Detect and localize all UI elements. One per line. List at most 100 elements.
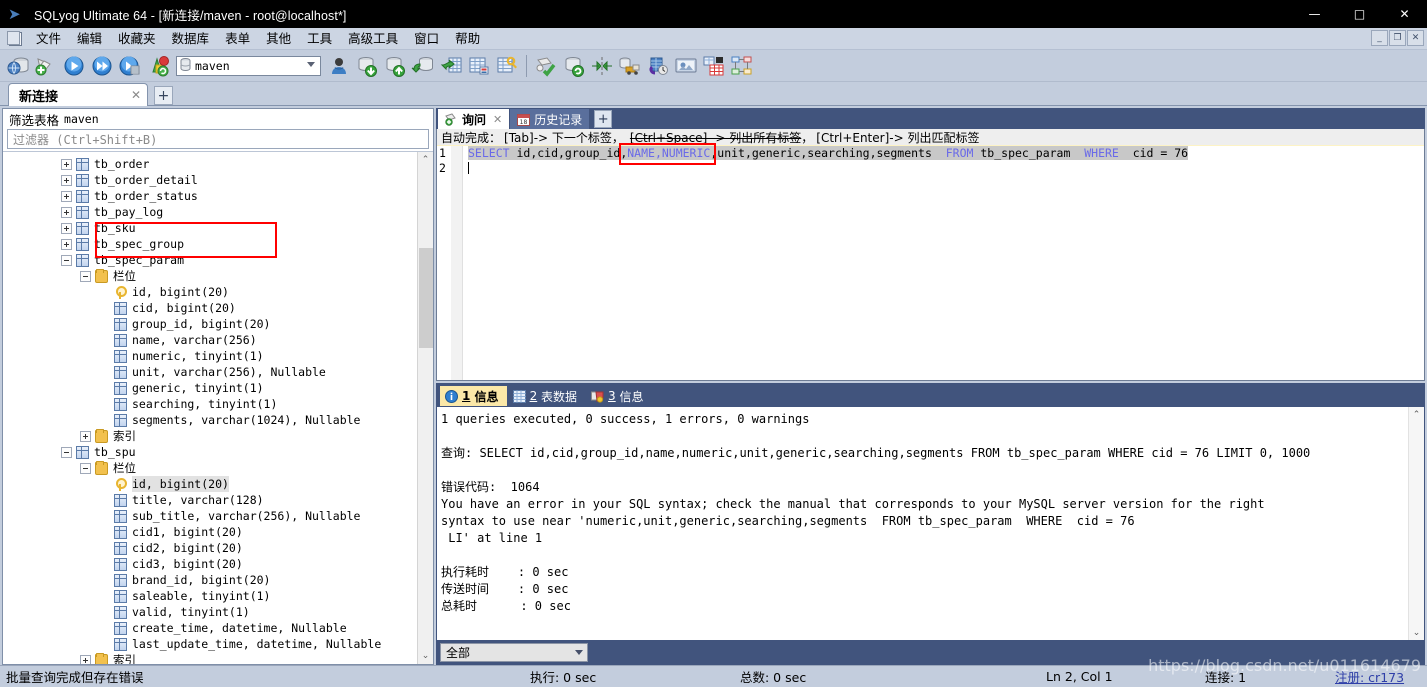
tree-node[interactable]: saleable, tinyint(1) (3, 588, 417, 604)
expand-icon[interactable] (80, 430, 91, 442)
results-scrollbar[interactable]: ⌃ ⌄ (1408, 407, 1424, 640)
tree-node[interactable]: cid2, bigint(20) (3, 540, 417, 556)
menu-item-favorites[interactable]: 收藏夹 (110, 29, 164, 49)
tree-node[interactable]: id, bigint(20) (3, 476, 417, 492)
sql-editor-area[interactable]: 1 2 SELECT id,cid,group_id,NAME,NUMERIC,… (437, 143, 1424, 380)
mdi-restore-button[interactable]: ❐ (1389, 30, 1406, 46)
new-connection-icon[interactable] (4, 52, 32, 80)
query-builder-icon[interactable] (532, 52, 560, 80)
tab-table-data[interactable]: 2 表数据 (508, 386, 585, 406)
new-query-tab-icon[interactable] (32, 52, 60, 80)
execute-query-icon[interactable] (60, 52, 88, 80)
connection-tab-new[interactable]: 新连接 ✕ (8, 83, 148, 106)
tree-node[interactable]: sub_title, varchar(256), Nullable (3, 508, 417, 524)
tree-node[interactable]: tb_spec_param (3, 252, 417, 268)
tree-node[interactable]: id, bigint(20) (3, 284, 417, 300)
expand-icon[interactable] (61, 206, 72, 218)
manage-index-icon[interactable] (493, 52, 521, 80)
menu-item-table[interactable]: 表单 (217, 29, 258, 49)
tree-node[interactable]: 栏位 (3, 460, 417, 476)
results-filter-select[interactable]: 全部 (440, 642, 588, 662)
tree-node[interactable]: last_update_time, datetime, Nullable (3, 636, 417, 652)
tree-node[interactable]: tb_pay_log (3, 204, 417, 220)
menu-item-advanced-tools[interactable]: 高级工具 (340, 29, 406, 49)
object-filter-input[interactable]: 过滤器 (Ctrl+Shift+B) (7, 129, 429, 149)
scrollbar-thumb[interactable] (419, 248, 433, 348)
notifications-icon[interactable] (672, 52, 700, 80)
mdi-close-button[interactable]: ✕ (1407, 30, 1424, 46)
close-icon[interactable]: ✕ (109, 88, 141, 102)
data-compare-icon[interactable] (588, 52, 616, 80)
expand-icon[interactable] (61, 190, 72, 202)
collapse-icon[interactable] (80, 462, 91, 474)
expand-icon[interactable] (61, 222, 72, 234)
tree-node[interactable]: cid, bigint(20) (3, 300, 417, 316)
minimize-button[interactable]: — (1292, 0, 1337, 28)
scroll-down-icon[interactable]: ⌄ (418, 648, 434, 664)
add-query-tab-button[interactable]: + (594, 110, 613, 128)
tree-node[interactable]: create_time, datetime, Nullable (3, 620, 417, 636)
collapse-icon[interactable] (61, 254, 72, 266)
mdi-minimize-button[interactable]: _ (1371, 30, 1388, 46)
collapse-icon[interactable] (80, 270, 91, 282)
tree-node[interactable]: tb_spec_group (3, 236, 417, 252)
menu-item-window[interactable]: 窗口 (406, 29, 447, 49)
execute-all-queries-icon[interactable] (88, 52, 116, 80)
add-connection-tab-button[interactable]: + (154, 86, 173, 105)
menu-item-help[interactable]: 帮助 (447, 29, 488, 49)
status-register-link[interactable]: 注册: cr173 (1335, 667, 1404, 686)
grid-view-icon[interactable] (700, 52, 728, 80)
refresh-objects-icon[interactable] (144, 52, 172, 80)
tree-node[interactable]: valid, tinyint(1) (3, 604, 417, 620)
tab-messages[interactable]: 1 信息 (440, 386, 507, 406)
close-button[interactable]: ✕ (1382, 0, 1427, 28)
sql-code[interactable]: SELECT id,cid,group_id,NAME,NUMERIC,unit… (463, 146, 1424, 380)
user-manager-icon[interactable] (325, 52, 353, 80)
maximize-button[interactable]: □ (1337, 0, 1382, 28)
close-icon[interactable]: ✕ (493, 113, 502, 126)
scroll-up-icon[interactable]: ⌃ (1409, 407, 1425, 422)
tree-node[interactable]: cid3, bigint(20) (3, 556, 417, 572)
backup-database-icon[interactable] (409, 52, 437, 80)
tree-node[interactable]: name, varchar(256) (3, 332, 417, 348)
tree-node[interactable]: group_id, bigint(20) (3, 316, 417, 332)
tree-node[interactable]: tb_sku (3, 220, 417, 236)
tree-node[interactable]: segments, varchar(1024), Nullable (3, 412, 417, 428)
tree-node[interactable]: tb_order (3, 156, 417, 172)
create-table-icon[interactable] (465, 52, 493, 80)
menu-item-database[interactable]: 数据库 (164, 29, 218, 49)
er-diagram-icon[interactable] (728, 52, 756, 80)
import-database-icon[interactable] (353, 52, 381, 80)
tree-node[interactable]: tb_order_detail (3, 172, 417, 188)
menu-item-other[interactable]: 其他 (258, 29, 299, 49)
object-tree-scrollbar[interactable]: ⌃ ⌄ (417, 152, 433, 664)
menu-item-edit[interactable]: 编辑 (69, 29, 110, 49)
menu-item-tools[interactable]: 工具 (299, 29, 340, 49)
scroll-down-icon[interactable]: ⌄ (1409, 625, 1425, 640)
scroll-up-icon[interactable]: ⌃ (418, 152, 434, 168)
tree-node[interactable]: 索引 (3, 652, 417, 664)
tree-node[interactable]: generic, tinyint(1) (3, 380, 417, 396)
expand-icon[interactable] (80, 654, 91, 664)
stop-query-icon[interactable] (116, 52, 144, 80)
tab-history[interactable]: 18 历史记录 (510, 109, 590, 129)
tree-node[interactable]: tb_spu (3, 444, 417, 460)
tree-node[interactable]: tb_order_status (3, 188, 417, 204)
tree-node[interactable]: unit, varchar(256), Nullable (3, 364, 417, 380)
object-tree[interactable]: tb_order tb_order_detail tb_order_status tb… (3, 152, 417, 664)
tree-node[interactable]: cid1, bigint(20) (3, 524, 417, 540)
window-menu-icon[interactable] (6, 30, 24, 47)
tree-node[interactable]: 栏位 (3, 268, 417, 284)
menu-item-file[interactable]: 文件 (28, 29, 69, 49)
tab-query[interactable]: 询问 ✕ (438, 109, 510, 129)
sync-database-icon[interactable] (560, 52, 588, 80)
tree-node[interactable]: brand_id, bigint(20) (3, 572, 417, 588)
tree-node[interactable]: searching, tinyint(1) (3, 396, 417, 412)
tree-node[interactable]: 索引 (3, 428, 417, 444)
expand-icon[interactable] (61, 158, 72, 170)
schema-migration-icon[interactable] (616, 52, 644, 80)
expand-icon[interactable] (61, 174, 72, 186)
tree-node[interactable]: title, varchar(128) (3, 492, 417, 508)
tree-node[interactable]: numeric, tinyint(1) (3, 348, 417, 364)
export-database-icon[interactable] (381, 52, 409, 80)
